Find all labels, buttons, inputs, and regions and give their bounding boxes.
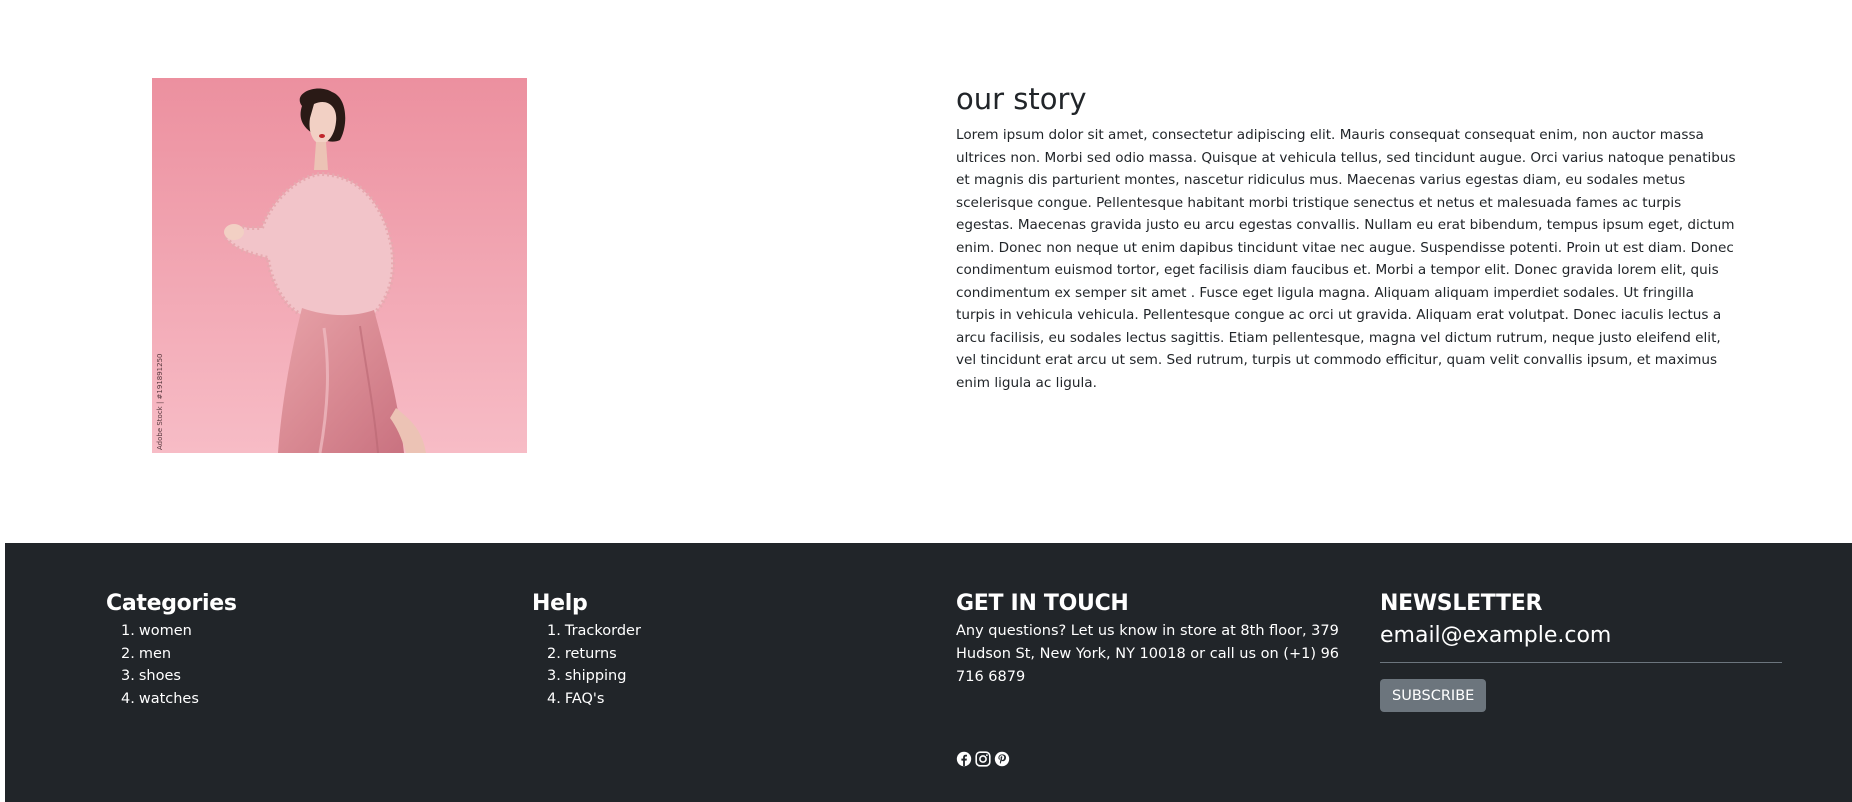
story-content: our story Lorem ipsum dolor sit amet, co… — [956, 80, 1736, 394]
list-number: 3. — [547, 668, 561, 684]
footer-newsletter: NEWSLETTER Subscribe — [1380, 590, 1788, 712]
list-item: 2. men — [121, 643, 526, 666]
fashion-model-image: Adobe Stock | #191891250 — [152, 78, 527, 453]
categories-heading: Categories — [106, 591, 237, 616]
help-link-faqs[interactable]: FAQ's — [565, 691, 605, 707]
category-link-women[interactable]: women — [139, 623, 192, 639]
list-item: 3. shoes — [121, 665, 526, 688]
help-list: 1. Trackorder 2. returns 3. shipping 4. FAQ'… — [532, 620, 952, 710]
list-number: 2. — [547, 645, 561, 662]
story-title: our story — [956, 82, 1087, 116]
list-item: 2. returns — [547, 643, 952, 666]
list-number: 2. — [121, 645, 135, 662]
list-number: 1. — [547, 623, 561, 639]
social-links — [956, 751, 1010, 767]
newsletter-heading: NEWSLETTER — [1380, 591, 1543, 616]
category-link-men[interactable]: men — [139, 646, 171, 662]
category-link-shoes[interactable]: shoes — [139, 668, 181, 684]
list-number: 3. — [121, 668, 135, 684]
contact-text: Any questions? Let us know in store at 8… — [956, 623, 1340, 685]
list-number: 1. — [121, 623, 135, 639]
help-link-returns[interactable]: returns — [565, 646, 617, 662]
story-paragraph: Lorem ipsum dolor sit amet, consectetur … — [956, 127, 1736, 391]
pinterest-icon[interactable] — [994, 751, 1010, 767]
list-item: 3. shipping — [547, 665, 952, 688]
subscribe-button[interactable]: Subscribe — [1380, 679, 1487, 712]
fashion-model-illustration: Adobe Stock | #191891250 — [152, 78, 527, 453]
site-footer: Categories 1. women 2. men 3. shoes 4. watch… — [5, 543, 1852, 802]
list-number: 4. — [547, 690, 561, 707]
list-item: 1. women — [121, 620, 526, 643]
instagram-icon[interactable] — [975, 751, 991, 767]
help-heading: Help — [532, 591, 588, 616]
image-watermark: Adobe Stock | #191891250 — [156, 354, 164, 451]
help-link-shipping[interactable]: shipping — [565, 668, 627, 684]
contact-heading: GET IN TOUCH — [956, 591, 1129, 616]
footer-categories: Categories 1. women 2. men 3. shoes 4. watch… — [106, 590, 526, 710]
newsletter-email-input[interactable] — [1380, 620, 1782, 663]
footer-help: Help 1. Trackorder 2. returns 3. shipping 4… — [532, 590, 952, 710]
help-link-trackorder[interactable]: Trackorder — [565, 623, 641, 639]
our-story-section: Adobe Stock | #191891250 our story Lorem… — [0, 0, 1852, 543]
list-number: 4. — [121, 690, 135, 707]
facebook-icon[interactable] — [956, 751, 972, 767]
categories-list: 1. women 2. men 3. shoes 4. watches — [106, 620, 526, 710]
list-item: 1. Trackorder — [547, 620, 952, 643]
footer-contact: GET IN TOUCH Any questions? Let us know … — [956, 590, 1366, 780]
list-item: 4. FAQ's — [547, 688, 952, 711]
category-link-watches[interactable]: watches — [139, 691, 199, 707]
list-item: 4. watches — [121, 688, 526, 711]
